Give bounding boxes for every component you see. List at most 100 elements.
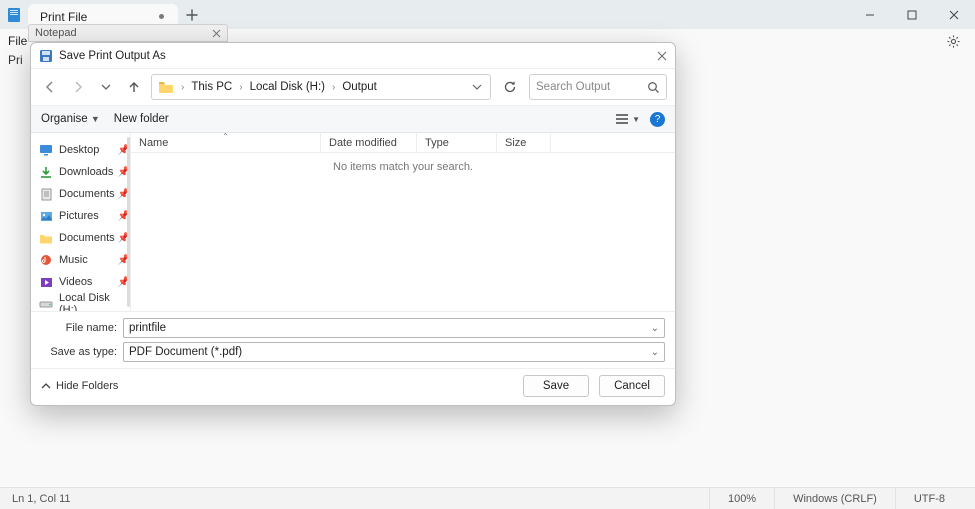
navigation-pane[interactable]: Desktop📌 Downloads📌 Documents📌 Pictures📌… [31, 133, 131, 311]
sidebar-item-label: Pictures [59, 210, 99, 222]
sidebar-item-documents[interactable]: Documents📌 [39, 183, 130, 205]
sidebar-item-videos[interactable]: Videos 📌 [39, 271, 130, 293]
sidebar-item-documents-folder[interactable]: Documents📌 [39, 227, 130, 249]
chevron-down-icon[interactable] [472, 82, 482, 92]
line-ending[interactable]: Windows (CRLF) [774, 488, 895, 509]
sidebar-item-label: Documents [59, 188, 115, 200]
savetype-select[interactable]: PDF Document (*.pdf) ⌄ [123, 342, 665, 362]
pin-icon: 📌 [118, 189, 130, 200]
breadcrumb-output[interactable]: Output [340, 81, 379, 93]
sidebar-item-music[interactable]: Music 📌 [39, 249, 130, 271]
menu-file[interactable]: File [8, 34, 27, 48]
video-icon [39, 275, 53, 289]
hide-folders-toggle[interactable]: Hide Folders [41, 380, 118, 392]
gear-icon [946, 34, 961, 49]
column-headers: Name⌃ Date modified Type Size [131, 133, 675, 153]
hide-folders-label: Hide Folders [56, 380, 118, 392]
pictures-icon [39, 209, 53, 223]
arrow-right-icon [71, 80, 85, 94]
chevron-down-icon[interactable]: ⌄ [651, 323, 659, 334]
zoom-level[interactable]: 100% [709, 488, 774, 509]
save-as-dialog: Save Print Output As › This PC › Local D… [30, 42, 676, 406]
sidebar-item-label: Downloads [59, 166, 113, 178]
file-list[interactable]: Name⌃ Date modified Type Size No items m… [131, 133, 675, 311]
pin-icon: 📌 [118, 277, 130, 288]
sort-asc-icon: ⌃ [222, 132, 229, 141]
address-bar[interactable]: › This PC › Local Disk (H:) › Output [151, 74, 491, 100]
unsaved-indicator-icon [159, 14, 164, 19]
dialog-title: Save Print Output As [59, 50, 166, 62]
savetype-label: Save as type: [41, 346, 117, 358]
dialog-title-bar: Save Print Output As [31, 43, 675, 69]
forward-button[interactable] [67, 76, 89, 98]
desktop-icon [39, 143, 53, 157]
close-button[interactable] [933, 0, 975, 29]
status-bar: Ln 1, Col 11 100% Windows (CRLF) UTF-8 [0, 487, 975, 509]
breadcrumb-this-pc[interactable]: This PC [189, 81, 234, 93]
refresh-icon [503, 80, 517, 94]
document-icon [39, 187, 53, 201]
minimize-button[interactable] [849, 0, 891, 29]
settings-button[interactable] [946, 34, 961, 49]
music-icon [39, 253, 53, 267]
save-icon [39, 49, 53, 63]
pin-icon: 📌 [118, 167, 130, 178]
column-type[interactable]: Type [417, 133, 497, 152]
folder-icon [39, 231, 53, 245]
background-tab-label: Notepad [35, 27, 77, 39]
pin-icon: 📌 [118, 211, 130, 222]
sidebar-item-desktop[interactable]: Desktop 📌 [39, 139, 130, 161]
chevron-down-icon[interactable]: ⌄ [651, 347, 659, 358]
list-view-icon [615, 113, 629, 125]
sidebar-item-label: Videos [59, 276, 92, 288]
dialog-close-button[interactable] [657, 51, 667, 61]
chevron-down-icon [101, 82, 111, 92]
chevron-right-icon[interactable]: › [331, 82, 336, 93]
filename-label: File name: [41, 322, 117, 334]
close-icon[interactable] [212, 29, 221, 38]
arrow-left-icon [43, 80, 57, 94]
column-name[interactable]: Name⌃ [131, 133, 321, 152]
column-date[interactable]: Date modified [321, 133, 417, 152]
folder-icon [158, 80, 174, 94]
sidebar-item-label: Local Disk (H:) [59, 292, 120, 311]
sidebar-item-downloads[interactable]: Downloads 📌 [39, 161, 130, 183]
organise-menu[interactable]: Organise ▼ [41, 113, 100, 125]
savetype-value: PDF Document (*.pdf) [129, 346, 242, 358]
nav-row: › This PC › Local Disk (H:) › Output Sea… [31, 69, 675, 105]
new-folder-button[interactable]: New folder [114, 113, 169, 125]
search-icon [647, 81, 660, 94]
sidebar-item-local-disk[interactable]: Local Disk (H:) [39, 293, 130, 311]
search-box[interactable]: Search Output [529, 74, 667, 100]
sidebar-item-label: Documents [59, 232, 115, 244]
toolbar: Organise ▼ New folder ▼ ? [31, 105, 675, 133]
maximize-button[interactable] [891, 0, 933, 29]
sidebar-item-label: Music [59, 254, 88, 266]
sidebar-item-label: Desktop [59, 144, 99, 156]
download-icon [39, 165, 53, 179]
filename-input[interactable]: printfile ⌄ [123, 318, 665, 338]
up-button[interactable] [123, 76, 145, 98]
save-button[interactable]: Save [523, 375, 589, 397]
sidebar-item-pictures[interactable]: Pictures 📌 [39, 205, 130, 227]
drive-icon [39, 297, 53, 311]
refresh-button[interactable] [497, 74, 523, 100]
pin-icon: 📌 [118, 255, 130, 266]
pin-icon: 📌 [118, 233, 130, 244]
view-options-button[interactable]: ▼ [615, 113, 640, 125]
column-size[interactable]: Size [497, 133, 551, 152]
background-notepad-tab[interactable]: Notepad [28, 24, 228, 42]
empty-message: No items match your search. [131, 153, 675, 181]
cancel-button[interactable]: Cancel [599, 375, 665, 397]
help-button[interactable]: ? [650, 112, 665, 127]
chevron-right-icon[interactable]: › [180, 82, 185, 93]
pin-icon: 📌 [118, 145, 130, 156]
back-button[interactable] [39, 76, 61, 98]
tab-title: Print File [40, 10, 87, 24]
window-controls [849, 0, 975, 29]
chevron-right-icon[interactable]: › [238, 82, 243, 93]
encoding[interactable]: UTF-8 [895, 488, 963, 509]
recent-locations-button[interactable] [95, 76, 117, 98]
chevron-up-icon [41, 381, 51, 391]
breadcrumb-local-disk[interactable]: Local Disk (H:) [248, 81, 327, 93]
